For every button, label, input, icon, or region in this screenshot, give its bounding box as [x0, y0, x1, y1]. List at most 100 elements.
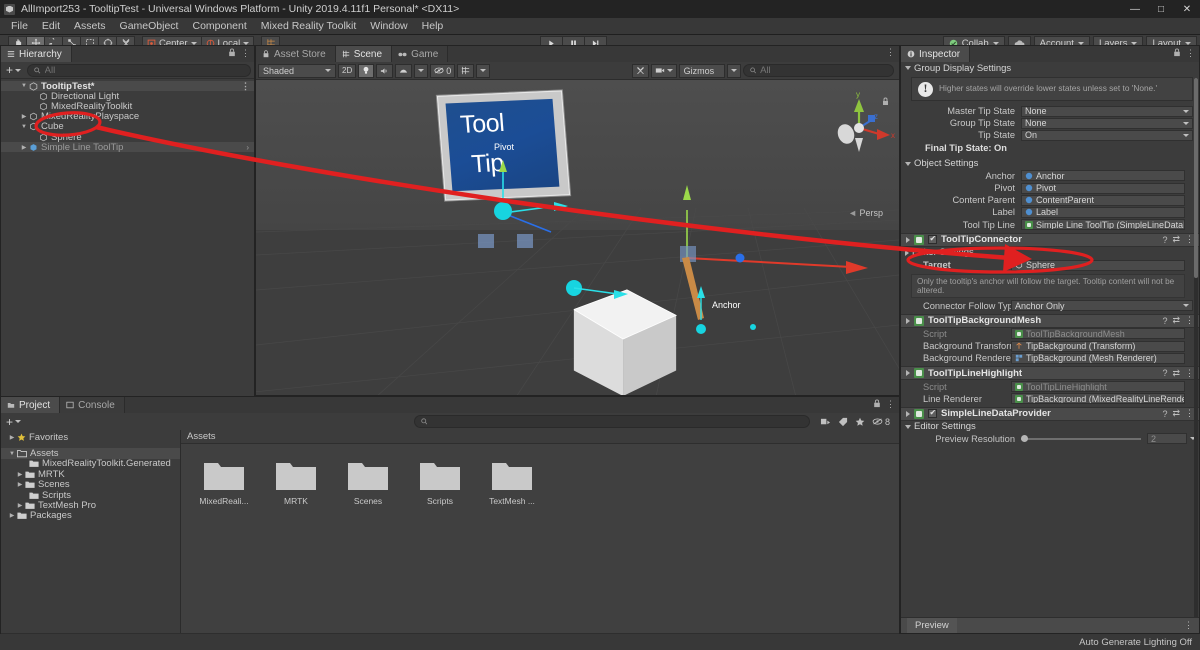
tab-hierarchy[interactable]: Hierarchy [1, 46, 72, 62]
hierarchy-item-mixedrealitytoolkit[interactable]: MixedRealityToolkit [1, 101, 254, 112]
asset-item[interactable]: MRTK [267, 458, 325, 506]
foldout-icon[interactable]: ▶ [7, 434, 17, 441]
component-tooltipbackgroundmesh-header[interactable]: ToolTipBackgroundMesh ? ⇄ ⋮ [901, 313, 1199, 328]
close-button[interactable]: ✕ [1174, 0, 1200, 18]
foldout-icon[interactable]: ▶ [19, 113, 29, 120]
scene-tools-button[interactable] [631, 63, 649, 78]
project-tree-favorites[interactable]: ▶ Favorites [1, 432, 180, 443]
asset-item[interactable]: Scenes [339, 458, 397, 506]
scene-audio-button[interactable] [376, 63, 394, 78]
scene-camera-button[interactable] [650, 63, 677, 78]
hierarchy-item-directional-light[interactable]: Directional Light [1, 91, 254, 102]
foldout-icon[interactable] [906, 410, 910, 417]
component-menu-icon[interactable]: ⋮ [1185, 234, 1194, 245]
maximize-button[interactable]: □ [1148, 0, 1174, 18]
foldout-icon[interactable]: ▶ [7, 512, 17, 519]
scene-context-menu-icon[interactable]: ⋮ [241, 81, 250, 91]
scene-search-box[interactable] [742, 64, 894, 77]
scene-canvas[interactable]: Tool Tip Pivot Anchor y x z ◄ Persp [256, 80, 899, 395]
tab-project[interactable]: Project [1, 397, 61, 413]
hierarchy-item-mixedrealityplayspace[interactable]: ▶ MixedRealityPlayspace [1, 111, 254, 122]
menu-assets[interactable]: Assets [67, 18, 113, 35]
foldout-icon[interactable]: ▶ [19, 144, 29, 151]
section-group-display-settings[interactable]: Group Display Settings [901, 62, 1199, 74]
hierarchy-item-simple-line-tooltip[interactable]: ▶ Simple Line ToolTip › [1, 142, 254, 153]
foldout-icon[interactable]: ▼ [19, 124, 29, 130]
tab-console[interactable]: Console [60, 397, 125, 413]
help-icon[interactable]: ? [1162, 316, 1167, 326]
line-renderer-field[interactable]: TipBackground (MixedRealityLineRender ◎ [1011, 393, 1185, 405]
project-search-input[interactable] [431, 416, 803, 427]
scene-lighting-button[interactable] [358, 63, 375, 78]
preset-icon[interactable]: ⇄ [1172, 234, 1180, 245]
background-transform-field[interactable]: TipBackground (Transform) ◎ [1011, 340, 1185, 352]
projection-label[interactable]: ◄ Persp [848, 208, 883, 218]
scene-grid-dropdown[interactable] [476, 63, 491, 78]
inspector-menu-icon[interactable]: ⋮ [1186, 48, 1195, 57]
tab-scene[interactable]: Scene [335, 46, 393, 62]
hierarchy-item-cube[interactable]: ▼ Cube [1, 121, 254, 132]
project-tree-assets[interactable]: ▼ Assets [1, 448, 180, 459]
component-simplelinedataprovider-header[interactable]: SimpleLineDataProvider ? ⇄ ⋮ [901, 406, 1199, 421]
menu-mixed-reality-toolkit[interactable]: Mixed Reality Toolkit [254, 18, 364, 35]
slider-handle[interactable] [1021, 435, 1028, 443]
foldout-icon[interactable]: ▶ [15, 481, 25, 488]
preview-tab-label[interactable]: Preview [907, 618, 957, 633]
tab-asset-store[interactable]: Asset Store [256, 46, 336, 62]
gizmos-dropdown[interactable]: Gizmos [678, 63, 725, 78]
master-tip-state-dropdown[interactable]: None [1021, 105, 1193, 117]
tab-inspector[interactable]: Inspector [901, 46, 971, 62]
project-tree-scripts[interactable]: Scripts [1, 490, 180, 501]
project-add-button[interactable]: + [4, 415, 23, 429]
hierarchy-menu-icon[interactable]: ⋮ [241, 48, 250, 57]
tab-game[interactable]: Game [392, 46, 449, 62]
hierarchy-add-button[interactable]: + [4, 63, 23, 77]
2d-toggle-button[interactable]: 2D [338, 63, 357, 78]
background-renderer-field[interactable]: TipBackground (Mesh Renderer) ◎ [1011, 352, 1185, 364]
foldout-icon[interactable]: ▶ [15, 502, 25, 509]
preset-icon[interactable]: ⇄ [1172, 368, 1180, 379]
asset-item[interactable]: MixedReali... [195, 458, 253, 506]
tip-state-dropdown[interactable]: On [1021, 129, 1193, 141]
inspector-scrollbar-thumb[interactable] [1194, 78, 1198, 278]
simplelinedataprovider-editor-settings[interactable]: Editor Settings [901, 421, 1199, 433]
project-tree-mrtk-generated[interactable]: MixedRealityToolkit.Generated [1, 458, 180, 469]
menu-window[interactable]: Window [363, 18, 414, 35]
component-enabled-checkbox[interactable] [928, 408, 937, 419]
filter-by-type-icon[interactable] [820, 417, 831, 427]
hierarchy-search-box[interactable] [27, 63, 251, 77]
foldout-icon[interactable] [906, 236, 910, 243]
preset-icon[interactable]: ⇄ [1172, 408, 1180, 419]
project-search-box[interactable] [413, 415, 810, 428]
minimize-button[interactable]: — [1122, 0, 1148, 18]
help-icon[interactable]: ? [1162, 235, 1167, 245]
section-object-settings[interactable]: Object Settings [901, 158, 1199, 170]
component-tooltipconnector-header[interactable]: ToolTipConnector ? ⇄ ⋮ [901, 232, 1199, 247]
foldout-icon[interactable]: ▼ [7, 451, 17, 457]
draw-mode-dropdown[interactable]: Shaded [258, 63, 336, 78]
menu-gameobject[interactable]: GameObject [113, 18, 186, 35]
preset-icon[interactable]: ⇄ [1172, 315, 1180, 326]
hidden-assets-count[interactable]: 8 [872, 417, 890, 427]
foldout-icon[interactable] [906, 370, 910, 377]
scene-menu-icon[interactable]: ⋮ [886, 48, 895, 57]
content-parent-object-field[interactable]: ContentParent ◎ [1021, 194, 1185, 206]
hierarchy-search-input[interactable] [44, 64, 244, 76]
foldout-icon[interactable]: ▶ [15, 471, 25, 478]
component-menu-icon[interactable]: ⋮ [1185, 408, 1194, 419]
anchor-object-field[interactable]: Anchor ◎ [1021, 170, 1185, 182]
filter-by-label-icon[interactable] [838, 417, 848, 427]
favorites-star-icon[interactable] [855, 417, 865, 427]
preview-resolution-value[interactable]: 2 [1147, 433, 1187, 445]
hierarchy-scene-row[interactable]: ▼ TooltipTest* ⋮ [1, 81, 254, 92]
project-tree-packages[interactable]: ▶ Packages [1, 510, 180, 521]
scene-hidden-objects-button[interactable]: 0 [430, 63, 456, 78]
project-tree-textmesh-pro[interactable]: ▶ TextMesh Pro [1, 500, 180, 511]
scene-search-input[interactable] [760, 65, 887, 76]
label-object-field[interactable]: Label ◎ [1021, 206, 1185, 218]
menu-file[interactable]: File [4, 18, 35, 35]
preview-menu-icon[interactable]: ⋮ [1184, 620, 1193, 631]
pivot-object-field[interactable]: Pivot ◎ [1021, 182, 1185, 194]
component-menu-icon[interactable]: ⋮ [1185, 368, 1194, 379]
project-menu-icon[interactable]: ⋮ [886, 399, 895, 408]
